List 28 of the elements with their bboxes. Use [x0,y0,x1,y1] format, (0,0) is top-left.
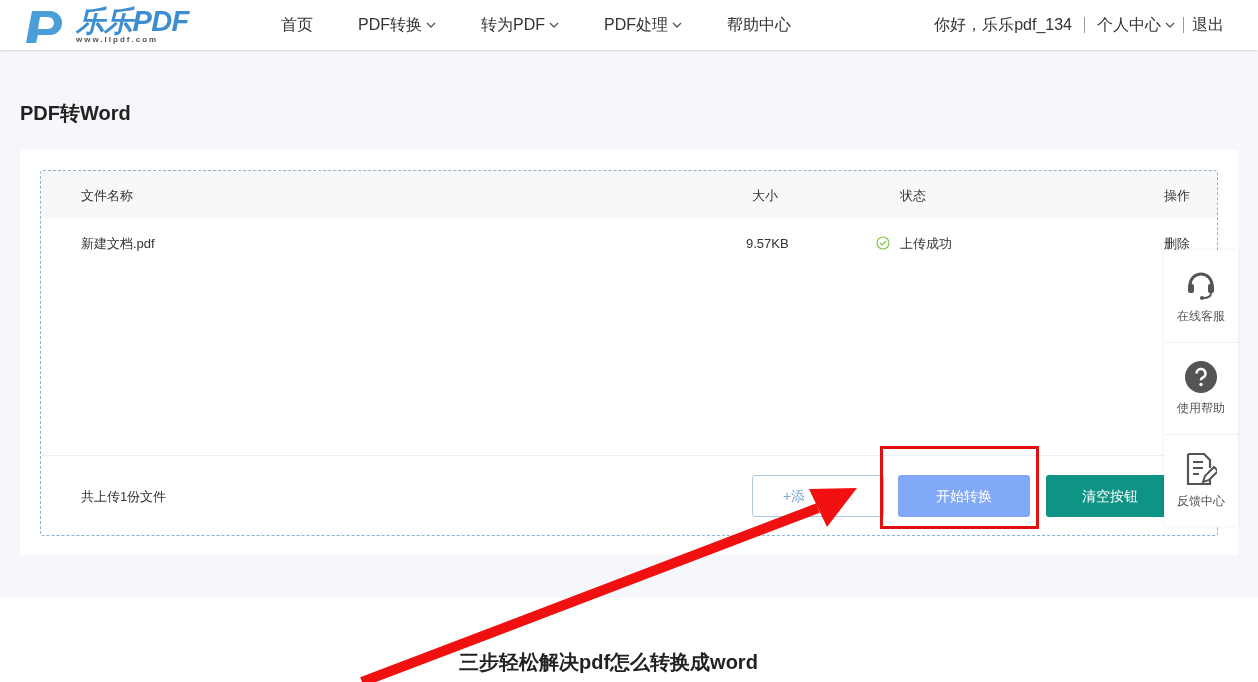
column-header: 文件名称 [81,187,133,205]
nav-link[interactable]: 转为PDF [481,13,559,37]
help-icon [1185,360,1217,393]
user-greeting: 你好，乐乐pdf_134 [934,15,1072,35]
check-circle-icon [876,236,890,250]
nav-link[interactable]: PDF处理 [604,13,682,37]
document-edit-icon [1185,451,1217,486]
upload-status: 上传成功 [900,235,952,253]
file-name: 新建文档.pdf [81,235,155,253]
page-title: PDF转Word [20,101,131,126]
side-panel-item[interactable]: 反馈中心 [1164,434,1238,526]
caret-icon [1165,22,1175,28]
nav-link[interactable]: 帮助中心 [727,13,791,37]
clear-button[interactable]: 清空按钮 [1046,475,1164,517]
account-link[interactable]: 个人中心 [1097,13,1175,37]
column-header: 操作 [1164,187,1190,205]
file-size: 9.57KB [746,235,789,253]
column-header: 大小 [752,187,778,205]
file-count: 共上传1份文件 [81,488,167,506]
logout-link[interactable]: 退出 [1192,13,1224,37]
nav-link[interactable]: 首页 [281,13,313,37]
logo-url: www.llpdf.com [76,35,160,44]
logo-text: 乐乐PDF [76,6,189,36]
section-heading: 三步轻松解决pdf怎么转换成word [459,650,758,675]
side-panel-item[interactable]: 在线客服 [1164,250,1238,342]
side-panel-item[interactable]: 使用帮助 [1164,342,1238,434]
nav-link[interactable]: PDF转换 [358,13,436,37]
column-header: 状态 [900,187,926,205]
